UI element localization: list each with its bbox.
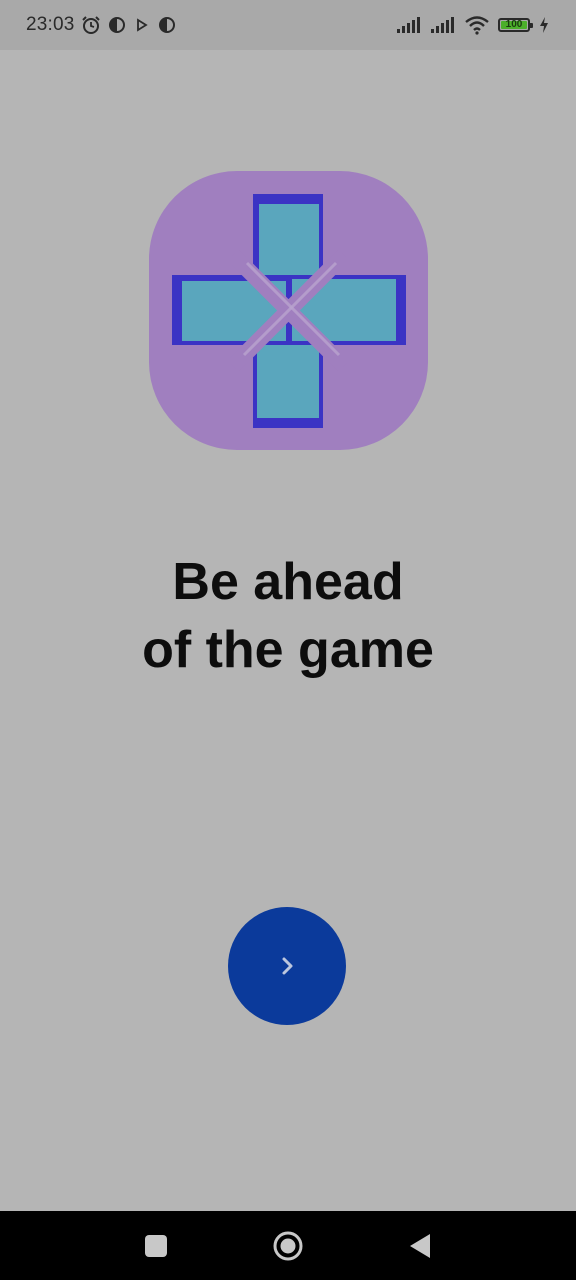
play-icon [133, 16, 151, 34]
battery-level: 100 [505, 19, 523, 30]
navigation-bar [0, 1211, 576, 1280]
recents-icon [145, 1234, 167, 1257]
next-button[interactable] [228, 907, 346, 1025]
status-left: 23:03 [26, 0, 177, 50]
wifi-icon [464, 15, 490, 35]
signal-icon [396, 16, 422, 34]
headline-line-2: of the game [142, 621, 434, 679]
recents-button[interactable] [116, 1211, 196, 1280]
status-right: 100 [396, 0, 550, 50]
chevron-right-icon [282, 957, 293, 975]
home-icon [273, 1231, 303, 1260]
battery-icon: 100 [498, 18, 533, 32]
status-bar: 23:03 100 [0, 0, 576, 50]
signal-icon [430, 16, 456, 34]
charging-icon [538, 16, 550, 34]
headline: Be ahead of the game [0, 548, 576, 684]
home-button[interactable] [248, 1211, 328, 1280]
headline-line-1: Be ahead [172, 553, 404, 611]
status-time: 23:03 [26, 14, 75, 35]
app-notification-icon [107, 15, 127, 35]
back-icon [410, 1233, 430, 1258]
back-button[interactable] [380, 1211, 460, 1280]
gamepad-dpad-icon [149, 171, 428, 450]
app-logo [149, 171, 428, 450]
app-notification-icon [157, 15, 177, 35]
alarm-icon [81, 15, 101, 35]
